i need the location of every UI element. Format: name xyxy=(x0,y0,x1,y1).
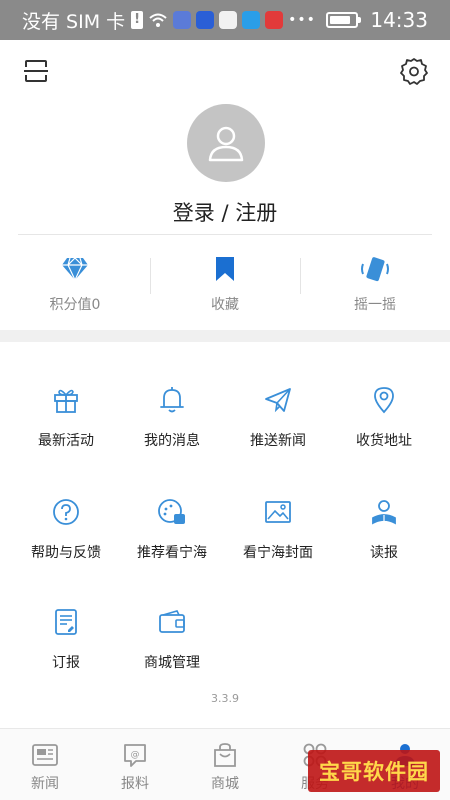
bookmark-icon xyxy=(210,254,240,284)
shake-phone-icon xyxy=(360,254,390,284)
more-icon: ••• xyxy=(288,12,316,28)
gear-icon xyxy=(400,58,428,85)
grid-item-recommend[interactable]: 推荐看宁海 xyxy=(116,496,228,576)
scan-icon xyxy=(24,60,48,82)
grid-item-label: 看宁海封面 xyxy=(243,545,313,561)
gift-icon xyxy=(50,384,82,416)
nav-label: 报料 xyxy=(121,776,149,792)
grid-item-read-paper[interactable]: 读报 xyxy=(328,496,440,576)
avatar[interactable] xyxy=(187,104,265,182)
carrier-text: 没有 SIM 卡 xyxy=(22,10,126,33)
hms-app-icon xyxy=(219,11,238,29)
login-register-link[interactable]: 登录 / 注册 xyxy=(0,197,450,227)
grid-item-label: 订报 xyxy=(52,655,80,671)
reader-icon xyxy=(368,496,400,528)
watermark-logo: 宝哥软件园 xyxy=(308,750,440,792)
huawei-app-icon xyxy=(265,11,284,29)
favorites-label: 收藏 xyxy=(211,297,239,313)
settings-button[interactable] xyxy=(400,57,428,85)
help-icon xyxy=(50,496,82,528)
stat-divider xyxy=(300,258,301,294)
grid-item-subscribe[interactable]: 订报 xyxy=(10,606,122,686)
music-app-icon xyxy=(173,11,192,29)
bell-icon xyxy=(156,384,188,416)
points-label: 积分值0 xyxy=(49,297,101,313)
alert-icon: ! xyxy=(131,11,144,29)
nav-label: 新闻 xyxy=(31,776,59,792)
profile-screen: 没有 SIM 卡 ! ••• 14:33 登录 / 注册 积分值0 收藏 摇一摇… xyxy=(0,0,450,800)
points-stat[interactable]: 积分值0 xyxy=(0,244,150,320)
app-version: 3.3.9 xyxy=(211,692,239,705)
scan-button[interactable] xyxy=(22,57,50,85)
grid-item-cover[interactable]: 看宁海封面 xyxy=(222,496,334,576)
subscribe-paper-icon xyxy=(50,606,82,638)
nav-label: 商城 xyxy=(211,776,239,792)
shake-label: 摇一摇 xyxy=(354,297,396,313)
grid-item-shop-management[interactable]: 商城管理 xyxy=(116,606,228,686)
section-separator xyxy=(0,330,450,342)
grid-item-label: 最新活动 xyxy=(38,433,94,449)
grid-item-label: 我的消息 xyxy=(144,433,200,449)
paper-plane-icon xyxy=(262,384,294,416)
divider xyxy=(18,234,432,235)
grid-item-address[interactable]: 收货地址 xyxy=(328,384,440,464)
grid-item-label: 商城管理 xyxy=(144,655,200,671)
status-bar: 没有 SIM 卡 ! ••• 14:33 xyxy=(0,0,450,40)
grid-item-help-feedback[interactable]: 帮助与反馈 xyxy=(10,496,122,576)
nav-item-news[interactable]: 新闻 xyxy=(0,729,90,800)
search-app-icon xyxy=(242,11,261,29)
battery-icon xyxy=(326,12,362,28)
recommend-icon xyxy=(156,496,188,528)
picture-icon xyxy=(262,496,294,528)
nav-item-shop[interactable]: 商城 xyxy=(180,729,270,800)
grid-item-push-news[interactable]: 推送新闻 xyxy=(222,384,334,464)
grid-item-label: 推荐看宁海 xyxy=(137,545,207,561)
stats-row: 积分值0 收藏 摇一摇 xyxy=(0,244,450,320)
baidu-app-icon xyxy=(196,11,215,29)
wifi-icon xyxy=(149,13,167,27)
shake-stat[interactable]: 摇一摇 xyxy=(300,244,450,320)
grid-item-my-messages[interactable]: 我的消息 xyxy=(116,384,228,464)
clock: 14:33 xyxy=(370,8,428,32)
nav-item-report[interactable]: @ 报料 xyxy=(90,729,180,800)
wallet-icon xyxy=(156,606,188,638)
favorites-stat[interactable]: 收藏 xyxy=(150,244,300,320)
grid-item-label: 读报 xyxy=(370,545,398,561)
news-icon xyxy=(30,741,60,769)
grid-item-label: 收货地址 xyxy=(356,433,412,449)
profile-header: 登录 / 注册 xyxy=(0,40,450,230)
user-icon xyxy=(208,126,244,162)
stat-divider xyxy=(150,258,151,294)
status-icons: ! ••• xyxy=(131,11,316,29)
location-pin-icon xyxy=(368,384,400,416)
grid-item-label: 推送新闻 xyxy=(250,433,306,449)
grid-item-label: 帮助与反馈 xyxy=(31,545,101,561)
svg-text:@: @ xyxy=(131,750,140,760)
report-icon: @ xyxy=(120,741,150,769)
grid-item-latest-activity[interactable]: 最新活动 xyxy=(10,384,122,464)
shop-bag-icon xyxy=(210,741,240,769)
diamond-icon xyxy=(60,254,90,284)
